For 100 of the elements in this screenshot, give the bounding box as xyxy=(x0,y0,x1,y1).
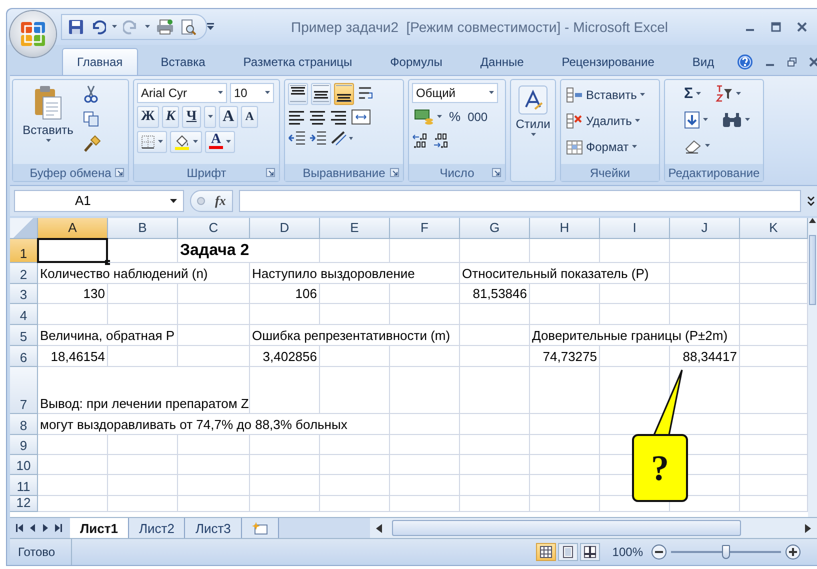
cells-menu-button[interactable]: Удалить xyxy=(564,110,647,132)
caret-icon[interactable] xyxy=(634,119,640,122)
scissors-icon[interactable] xyxy=(83,84,99,103)
scroll-thumb[interactable] xyxy=(809,234,816,305)
table-cell[interactable]: 3,402856 xyxy=(250,346,320,367)
sheet-tab[interactable]: Лист1 xyxy=(70,518,129,538)
table-cell[interactable]: 81,53846 xyxy=(460,284,530,304)
caret-icon[interactable] xyxy=(530,132,536,136)
table-cell[interactable]: Относительный показатель (P) xyxy=(460,262,670,284)
column-header[interactable]: B xyxy=(108,218,178,239)
caret-icon[interactable] xyxy=(640,93,645,96)
dropdown-arrow-icon[interactable] xyxy=(170,198,177,203)
first-sheet-icon[interactable] xyxy=(16,523,23,534)
column-header[interactable]: F xyxy=(390,218,460,239)
caret-icon[interactable] xyxy=(145,25,150,28)
column-header[interactable]: D xyxy=(250,218,320,239)
row-header[interactable]: 1 xyxy=(10,238,38,263)
caret-icon[interactable] xyxy=(745,118,750,122)
underline-button[interactable]: Ч xyxy=(182,106,201,128)
column-header[interactable]: H xyxy=(530,218,600,239)
ribbon-tab[interactable]: Формулы xyxy=(375,48,458,75)
table-cell[interactable]: 74,73275 xyxy=(530,346,600,367)
row-header[interactable]: 3 xyxy=(10,284,38,304)
column-header[interactable]: K xyxy=(740,218,808,239)
table-cell[interactable]: Доверительные границы (P±2m) xyxy=(530,324,740,346)
format-painter-icon[interactable] xyxy=(83,134,101,153)
zoom-in-icon[interactable] xyxy=(785,544,801,560)
caret-icon[interactable] xyxy=(437,115,442,118)
table-cell[interactable]: 130 xyxy=(38,284,108,304)
table-cell[interactable]: Задача 2 xyxy=(178,238,320,263)
caret-icon[interactable] xyxy=(632,145,637,148)
caret-icon[interactable] xyxy=(226,140,231,144)
maximize-icon[interactable] xyxy=(771,22,781,32)
font-size-dropdown[interactable]: 10 xyxy=(230,82,274,103)
borders-button[interactable] xyxy=(137,130,167,153)
caret-icon[interactable] xyxy=(46,138,50,142)
caret-icon[interactable] xyxy=(112,25,117,28)
table-cell[interactable]: Ошибка репрезентативности (m) xyxy=(250,324,460,346)
caret-icon[interactable] xyxy=(705,144,710,148)
shrink-font-button[interactable]: A xyxy=(241,106,258,128)
table-cell[interactable]: могут выздоравливать от 74,7% до 88,3% больных xyxy=(38,414,390,435)
dialog-launcher-icon[interactable] xyxy=(266,168,275,178)
text-orientation-icon[interactable] xyxy=(330,128,354,147)
thousands-separator-button[interactable]: 000 xyxy=(466,106,490,128)
restore-icon[interactable] xyxy=(787,56,798,67)
close-icon[interactable] xyxy=(797,22,807,32)
new-sheet-icon[interactable] xyxy=(252,521,268,536)
help-icon[interactable] xyxy=(737,54,754,70)
dialog-launcher-icon[interactable] xyxy=(492,168,501,178)
scroll-right-icon[interactable] xyxy=(805,524,811,533)
ribbon-tab[interactable]: Данные xyxy=(465,48,539,75)
sheet-tab[interactable]: Лист3 xyxy=(185,518,242,538)
formula-input[interactable] xyxy=(238,190,801,212)
name-box[interactable]: A1 xyxy=(14,190,184,212)
ribbon-tab[interactable]: Главная xyxy=(62,48,138,75)
caret-icon[interactable] xyxy=(193,140,198,144)
caret-icon[interactable] xyxy=(208,115,213,118)
table-cell[interactable]: 18,46154 xyxy=(38,346,108,367)
row-header[interactable]: 9 xyxy=(10,434,38,455)
table-cell[interactable]: Величина, обратная P xyxy=(38,324,178,346)
save-icon[interactable] xyxy=(68,18,84,35)
column-header[interactable]: E xyxy=(320,218,390,239)
font-color-button[interactable]: A xyxy=(205,130,235,153)
row-header[interactable]: 4 xyxy=(10,304,38,325)
scroll-left-icon[interactable] xyxy=(376,524,382,533)
column-header[interactable]: A xyxy=(38,218,108,239)
row-header[interactable]: 6 xyxy=(10,346,38,367)
caret-icon[interactable] xyxy=(158,140,163,144)
row-header[interactable]: 10 xyxy=(10,454,38,475)
number-format-dropdown[interactable]: Общий xyxy=(412,82,498,103)
font-name-dropdown[interactable]: Arial Cyr xyxy=(137,82,227,103)
next-sheet-icon[interactable] xyxy=(42,523,49,534)
previous-sheet-icon[interactable] xyxy=(29,523,36,534)
view-button[interactable] xyxy=(536,543,556,562)
table-cell[interactable]: Вывод: при лечении препаратом Z xyxy=(38,366,250,414)
customize-toolbar-icon[interactable] xyxy=(207,22,214,31)
sheet-tab[interactable]: Лист2 xyxy=(128,518,186,538)
scroll-thumb[interactable] xyxy=(392,520,741,536)
row-header[interactable]: 5 xyxy=(10,324,38,346)
row-header[interactable]: 11 xyxy=(10,474,38,496)
printer-icon[interactable] xyxy=(156,18,174,35)
row-header[interactable]: 7 xyxy=(10,366,38,414)
print-preview-icon[interactable] xyxy=(180,18,196,35)
slider-thumb[interactable] xyxy=(722,545,730,560)
table-cell[interactable]: 106 xyxy=(250,284,320,304)
insert-function-button[interactable]: fx xyxy=(215,192,226,209)
paste-button[interactable]: Вставить xyxy=(16,82,80,164)
undo-icon[interactable] xyxy=(90,18,106,35)
column-header[interactable]: C xyxy=(178,218,250,239)
formula-bar-handle-icon[interactable] xyxy=(197,196,205,205)
ribbon-tab[interactable]: Рецензирование xyxy=(546,48,670,75)
caret-icon[interactable] xyxy=(696,92,702,96)
table-cell[interactable]: 88,34417 xyxy=(670,346,740,367)
cells-menu-button[interactable]: Формат xyxy=(564,136,647,158)
close-icon[interactable] xyxy=(809,56,817,67)
increase-indent-icon[interactable] xyxy=(309,128,327,147)
italic-button[interactable]: К xyxy=(162,106,180,128)
fill-color-button[interactable] xyxy=(170,130,202,153)
caret-icon[interactable] xyxy=(489,91,494,94)
expand-formula-bar-icon[interactable] xyxy=(807,196,815,206)
